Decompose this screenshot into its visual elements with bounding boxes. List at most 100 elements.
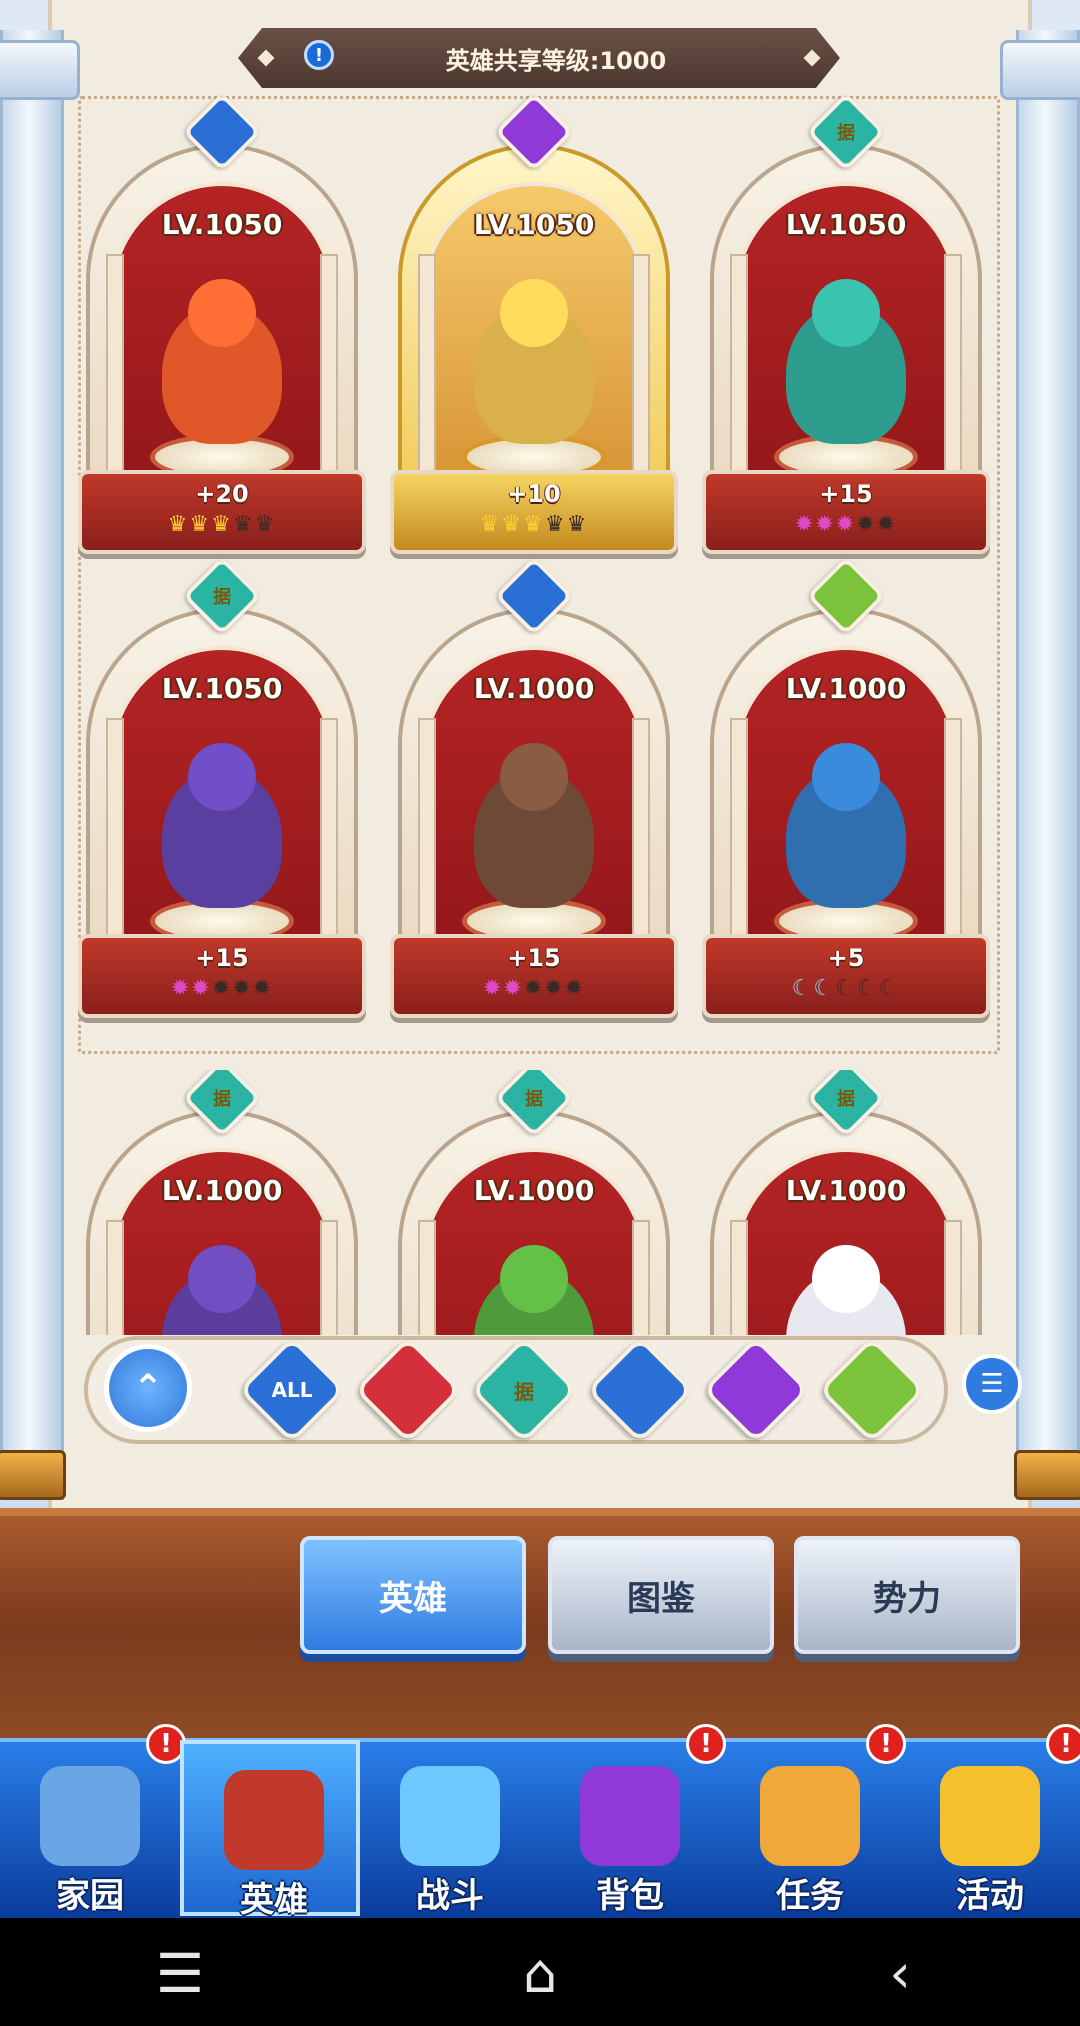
card-pillar xyxy=(106,1220,124,1335)
hero-enhance-level: +5 xyxy=(827,944,865,972)
star-rating: ♛♛♛♛♛ xyxy=(76,514,368,536)
star-icon: ✹ xyxy=(252,976,274,1001)
star-icon: ✹ xyxy=(564,976,586,1001)
filter-label: ALL xyxy=(271,1378,313,1402)
hero-head xyxy=(812,279,880,347)
star-icon: ☾ xyxy=(835,976,857,1001)
card-pillar xyxy=(632,718,650,958)
star-icon: ✹ xyxy=(503,976,524,1001)
hero-level: LV.1050 xyxy=(473,208,595,241)
hero-level: LV.1000 xyxy=(161,1174,283,1207)
hero-head xyxy=(188,1245,256,1313)
game-screen: 英雄共享等级:1000 ! LV.1050 +20 ♛♛♛♛♛ LV.1050 … xyxy=(0,0,1080,1918)
home-icon[interactable]: ⌂ xyxy=(500,1938,580,2008)
hero-card[interactable]: 据 LV.1000 xyxy=(388,1070,680,1335)
nav-label: 任务 xyxy=(776,1876,844,1916)
right-pillar-base xyxy=(1014,1450,1080,1500)
star-icon: ♛ xyxy=(501,512,524,537)
card-pillar xyxy=(730,1220,748,1335)
star-icon: ☾ xyxy=(878,976,901,1001)
hero-mask-icon xyxy=(224,1770,324,1870)
star-icon: ✹ xyxy=(856,512,877,537)
star-rating: ✹✹✹✹✹ xyxy=(700,514,992,536)
banner-ornament-left xyxy=(257,49,275,67)
hero-enhance-level: +15 xyxy=(819,480,873,508)
nav-events[interactable]: 活动 xyxy=(900,1740,1080,1916)
nav-label: 活动 xyxy=(956,1876,1024,1916)
treasure-chest-icon xyxy=(580,1766,680,1866)
hero-enhance-level: +15 xyxy=(195,944,249,972)
hero-head xyxy=(188,279,256,347)
hero-card[interactable]: LV.1050 +10 ♛♛♛♛♛ xyxy=(388,92,680,554)
hero-card[interactable]: LV.1000 +15 ✹✹✹✹✹ xyxy=(388,556,680,1018)
collapse-filter-button[interactable]: ⌃ xyxy=(104,1344,192,1432)
hero-card[interactable]: 据 LV.1000 xyxy=(76,1070,368,1335)
star-icon: ♛ xyxy=(523,512,545,537)
hero-card[interactable]: 据 LV.1050 +15 ✹✹✹✹✹ xyxy=(700,92,992,554)
hero-head xyxy=(500,279,568,347)
star-icon: ☾ xyxy=(791,976,814,1001)
hero-level: LV.1000 xyxy=(785,672,907,705)
hero-enhance-level: +15 xyxy=(507,944,561,972)
hero-card[interactable]: 据 LV.1000 xyxy=(700,1070,992,1335)
alert-badge-icon: ! xyxy=(1046,1724,1080,1764)
hero-level: LV.1000 xyxy=(473,1174,595,1207)
star-icon: ☾ xyxy=(856,976,879,1001)
hero-level: LV.1000 xyxy=(785,1174,907,1207)
card-pillar xyxy=(418,718,436,958)
card-pillar xyxy=(944,1220,962,1335)
nav-label: 英雄 xyxy=(240,1880,308,1918)
filter-label: 据 xyxy=(514,1379,534,1404)
banner-ornament-right xyxy=(803,49,821,67)
star-rating: ☾☾☾☾☾ xyxy=(700,978,992,1000)
faction-glyph: 据 xyxy=(837,123,855,144)
star-icon: ✹ xyxy=(211,976,233,1001)
card-pillar xyxy=(320,254,338,494)
back-icon[interactable]: ‹ xyxy=(860,1938,940,2008)
nav-backpack[interactable]: 背包 xyxy=(540,1740,720,1916)
menu-icon[interactable]: ☰ xyxy=(140,1938,220,2008)
star-icon: ♛ xyxy=(479,512,502,537)
nav-battle[interactable]: 战斗 xyxy=(360,1740,540,1916)
card-pillar xyxy=(944,254,962,494)
crossed-swords-icon xyxy=(400,1766,500,1866)
hero-card[interactable]: 据 LV.1050 +15 ✹✹✹✹✹ xyxy=(76,556,368,1018)
card-pillar xyxy=(730,254,748,494)
card-pillar xyxy=(106,718,124,958)
scroll-icon xyxy=(760,1766,860,1866)
card-pillar xyxy=(730,718,748,958)
card-pillar xyxy=(944,718,962,958)
tab-factions[interactable]: 势力 xyxy=(794,1536,1020,1654)
star-icon: ✹ xyxy=(815,512,836,537)
star-icon: ♛ xyxy=(232,512,255,537)
sort-button[interactable]: ☰ xyxy=(962,1354,1022,1414)
left-pillar-capital xyxy=(0,40,80,100)
faction-glyph: 据 xyxy=(213,587,231,608)
faction-glyph: 据 xyxy=(837,1089,855,1110)
hero-head xyxy=(500,743,568,811)
hero-level: LV.1050 xyxy=(161,672,283,705)
tab-codex[interactable]: 图鉴 xyxy=(548,1536,774,1654)
card-pillar xyxy=(418,1220,436,1335)
star-icon: ♛ xyxy=(167,512,190,537)
nav-quests[interactable]: 任务 xyxy=(720,1740,900,1916)
left-pillar-base xyxy=(0,1450,66,1500)
nav-heroes[interactable]: 英雄 xyxy=(180,1740,360,1918)
info-icon[interactable]: ! xyxy=(304,40,334,70)
star-icon: ♛ xyxy=(566,512,589,537)
hero-head xyxy=(812,1245,880,1313)
hero-head xyxy=(188,743,256,811)
star-icon: ✹ xyxy=(835,512,857,537)
hero-card[interactable]: LV.1000 +5 ☾☾☾☾☾ xyxy=(700,556,992,1018)
tab-heroes[interactable]: 英雄 xyxy=(300,1536,526,1654)
nav-label: 家园 xyxy=(56,1876,124,1916)
star-icon: ✹ xyxy=(232,976,253,1001)
card-pillar xyxy=(632,1220,650,1335)
hero-card[interactable]: LV.1050 +20 ♛♛♛♛♛ xyxy=(76,92,368,554)
faction-glyph: 据 xyxy=(213,1089,231,1110)
hero-grid-partial-row: 据 LV.1000 据 LV.1000 据 LV.1000 xyxy=(48,1070,1032,1335)
star-icon: ♛ xyxy=(211,512,233,537)
nav-home[interactable]: 家园 xyxy=(0,1740,180,1916)
star-icon: ✹ xyxy=(544,976,565,1001)
star-icon: ✹ xyxy=(523,976,545,1001)
